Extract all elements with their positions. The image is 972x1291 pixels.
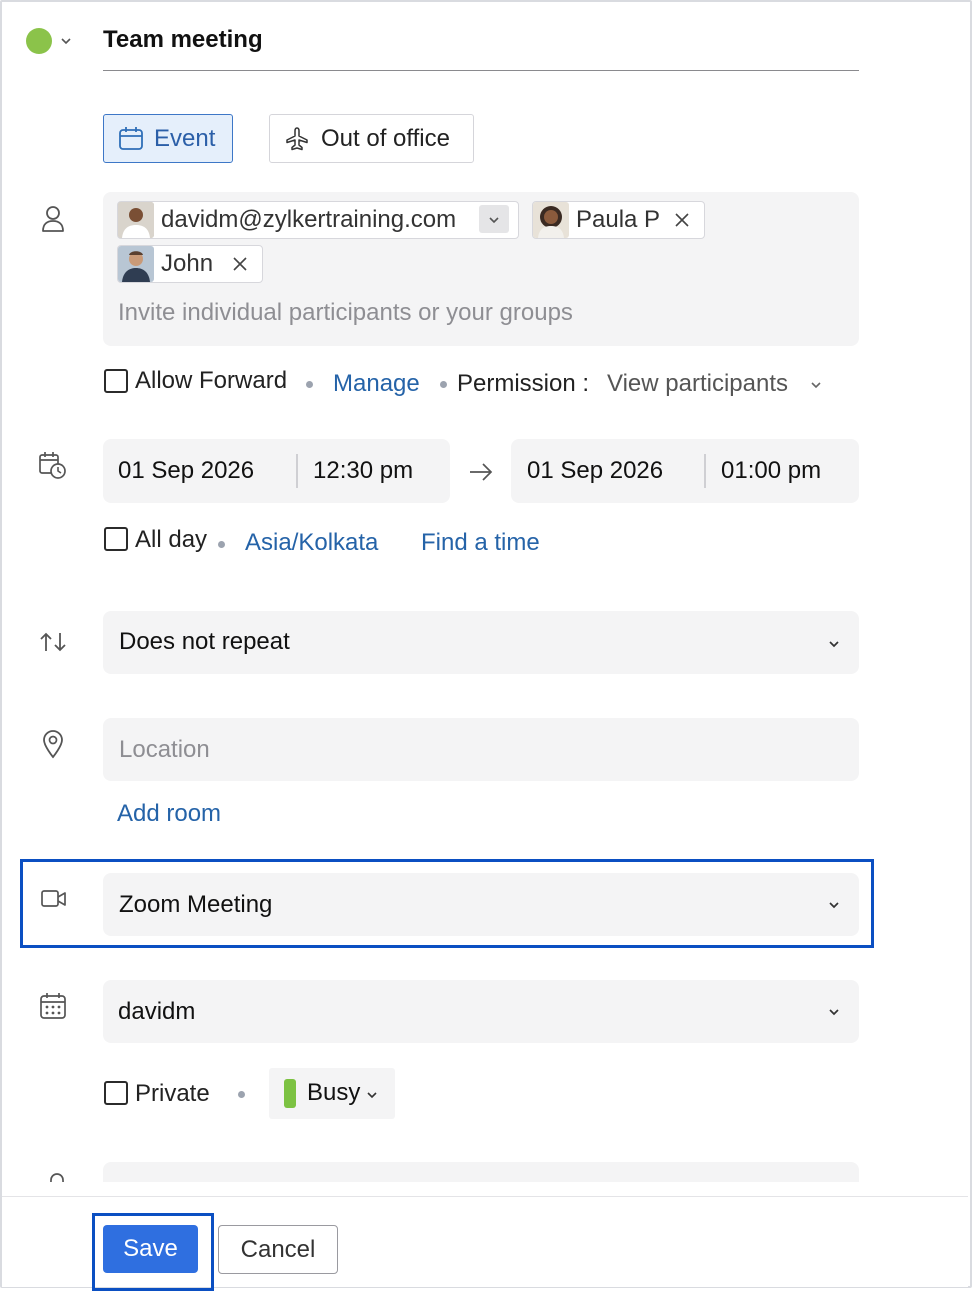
organizer-dropdown-button[interactable] [479,205,509,233]
start-date[interactable]: 01 Sep 2026 [118,457,254,485]
permission-label: Permission : [457,370,590,397]
event-type-button[interactable]: Event [103,114,233,163]
color-picker[interactable] [24,26,76,56]
chevron-down-icon [367,1092,377,1099]
avatar [118,202,154,238]
all-day-checkbox[interactable] [104,527,128,551]
clipped-next-row [0,1160,968,1182]
event-title-input[interactable]: Team meeting [103,22,859,71]
participants-box[interactable]: davidm@zylkertraining.com Paula P John I… [103,192,859,346]
remove-participant-icon[interactable] [674,212,690,228]
status-color-bar [284,1079,296,1108]
end-datetime-field[interactable]: 01 Sep 2026 01:00 pm [511,439,859,503]
end-time[interactable]: 01:00 pm [721,457,821,485]
private-label: Private [135,1080,210,1107]
permission-dropdown[interactable]: View participants [606,368,828,402]
start-time[interactable]: 12:30 pm [313,457,413,485]
calendar-value: davidm [118,998,196,1025]
separator-dot [218,541,225,548]
video-camera-icon [41,890,66,907]
organizer-email: davidm@zylkertraining.com [161,206,457,233]
event-title: Team meeting [103,26,263,53]
manage-link[interactable]: Manage [333,370,420,398]
cancel-button[interactable]: Cancel [218,1225,338,1274]
separator-dot [440,381,447,388]
remove-participant-icon[interactable] [232,256,248,272]
start-datetime-field[interactable]: 01 Sep 2026 12:30 pm [103,439,450,503]
field-divider [704,454,706,488]
bell-icon [50,1173,64,1182]
calendar-clock-icon [39,452,66,479]
participant-name: Paula P [576,206,661,233]
permission-value: View participants [607,370,788,397]
chevron-down-icon [489,217,499,224]
repeat-icon [40,632,66,652]
calendar-dropdown[interactable]: davidm [103,980,859,1043]
out-of-office-button[interactable]: Out of office [269,114,474,163]
location-input[interactable]: Location [103,718,859,781]
allow-forward-label: Allow Forward [135,367,288,394]
separator-dot [306,381,313,388]
add-room-link[interactable]: Add room [117,800,221,828]
location-placeholder: Location [119,736,210,763]
separator-dot [238,1091,245,1098]
participant-chip: John [117,245,263,283]
clipped-field [103,1162,859,1182]
participant-name: John [161,250,214,277]
find-a-time-link[interactable]: Find a time [421,529,540,557]
chevron-down-icon [829,902,839,909]
save-label: Save [123,1235,178,1262]
color-dot [26,28,52,54]
chevron-down-icon [829,1009,839,1016]
cancel-label: Cancel [240,1236,316,1263]
conference-value: Zoom Meeting [119,891,273,918]
chevron-down-icon [811,382,821,389]
status-value: Busy [307,1079,361,1106]
end-date[interactable]: 01 Sep 2026 [527,457,663,485]
conference-dropdown[interactable]: Zoom Meeting [103,873,859,936]
chevron-down-icon [61,38,71,45]
airplane-icon [286,127,308,151]
repeat-value: Does not repeat [119,628,290,655]
location-pin-icon [43,730,63,759]
avatar [118,246,154,282]
timezone-link[interactable]: Asia/Kolkata [245,529,378,557]
private-checkbox[interactable] [104,1081,128,1105]
calendar-icon [119,127,143,150]
chevron-down-icon [829,641,839,648]
allow-forward-checkbox[interactable] [104,369,128,393]
out-of-office-label: Out of office [321,125,450,152]
all-day-label: All day [135,526,208,553]
organizer-chip: davidm@zylkertraining.com [117,201,519,239]
participants-placeholder[interactable]: Invite individual participants or your g… [118,299,573,327]
event-type-label: Event [154,125,216,152]
field-divider [296,454,298,488]
participant-chip: Paula P [532,201,705,239]
save-button[interactable]: Save [103,1225,198,1273]
calendar-grid-icon [40,993,66,1019]
arrow-right-icon [470,463,493,481]
repeat-dropdown[interactable]: Does not repeat [103,611,859,674]
person-icon [42,206,64,232]
avatar [533,202,569,238]
status-dropdown[interactable]: Busy [269,1068,395,1119]
